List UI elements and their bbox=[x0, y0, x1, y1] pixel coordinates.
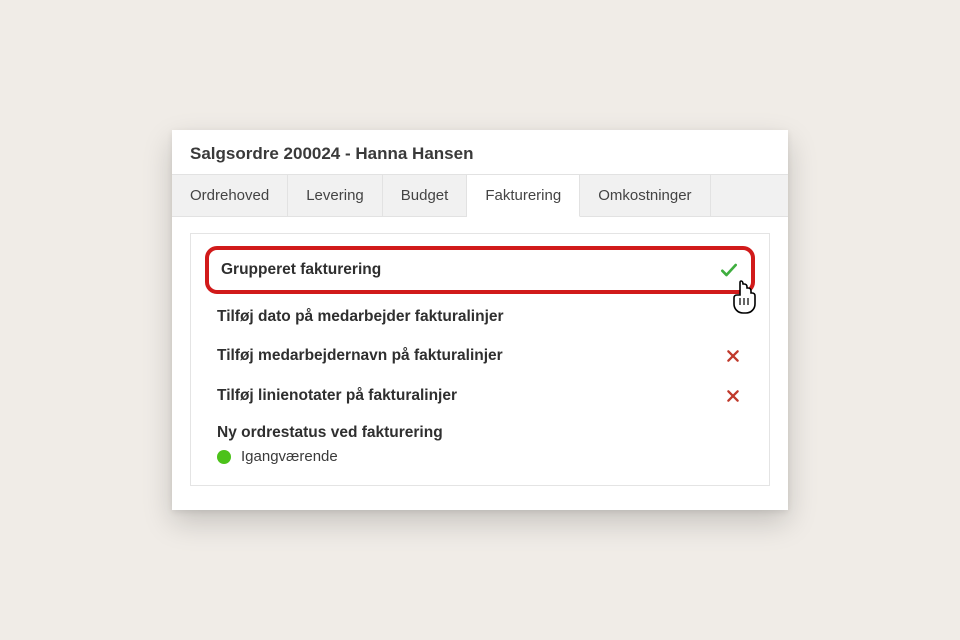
tab-budget[interactable]: Budget bbox=[383, 175, 468, 216]
tab-levering[interactable]: Levering bbox=[288, 175, 383, 216]
tab-fakturering[interactable]: Fakturering bbox=[467, 175, 580, 217]
page-title: Salgsordre 200024 - Hanna Hansen bbox=[172, 130, 788, 174]
row-label: Tilføj medarbejdernavn på fakturalinjer bbox=[217, 347, 503, 365]
status-dot-icon bbox=[217, 450, 231, 464]
tabs: Ordrehoved Levering Budget Fakturering O… bbox=[172, 174, 788, 217]
row-label: Tilføj linienotater på fakturalinjer bbox=[217, 387, 457, 405]
row-label: Grupperet fakturering bbox=[221, 261, 381, 279]
row-tilfoj-linienotater[interactable]: Tilføj linienotater på fakturalinjer bbox=[211, 376, 749, 416]
row-grupperet-fakturering[interactable]: Grupperet fakturering bbox=[205, 246, 755, 294]
cross-icon bbox=[723, 346, 743, 366]
status-value: Igangværende bbox=[241, 448, 338, 465]
tab-content: Grupperet fakturering Tilføj dato på med… bbox=[172, 217, 788, 510]
status-row[interactable]: Igangværende bbox=[217, 448, 743, 465]
sales-order-card: Salgsordre 200024 - Hanna Hansen Ordreho… bbox=[172, 130, 788, 510]
status-block: Ny ordrestatus ved fakturering Igangvære… bbox=[211, 416, 749, 467]
tab-omkostninger[interactable]: Omkostninger bbox=[580, 175, 710, 216]
check-icon bbox=[719, 260, 739, 280]
status-label: Ny ordrestatus ved fakturering bbox=[217, 424, 743, 442]
tab-ordrehoved[interactable]: Ordrehoved bbox=[172, 175, 288, 216]
row-tilfoj-medarbejdernavn[interactable]: Tilføj medarbejdernavn på fakturalinjer bbox=[211, 336, 749, 376]
invoicing-panel: Grupperet fakturering Tilføj dato på med… bbox=[190, 233, 770, 486]
row-tilfoj-dato[interactable]: Tilføj dato på medarbejder fakturalinjer bbox=[211, 298, 749, 336]
cross-icon bbox=[723, 386, 743, 406]
row-label: Tilføj dato på medarbejder fakturalinjer bbox=[217, 308, 504, 326]
